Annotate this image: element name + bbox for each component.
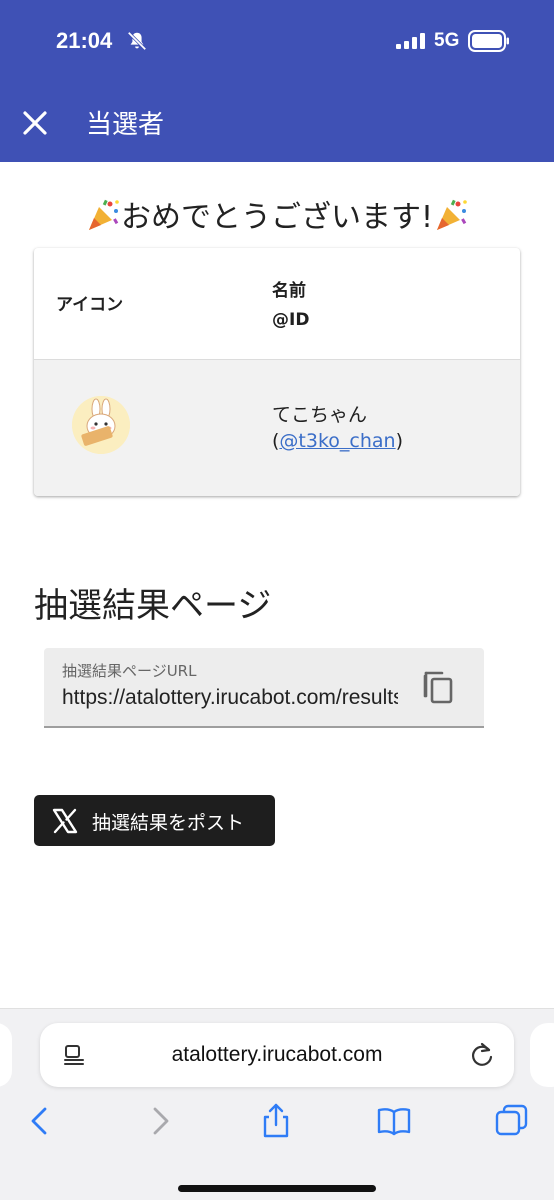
next-tab-peek[interactable] (530, 1023, 554, 1087)
network-type: 5G (434, 30, 460, 51)
share-icon[interactable] (258, 1103, 294, 1139)
bookmarks-icon[interactable] (376, 1103, 412, 1139)
winners-table: アイコン 名前 @ID てこちゃん (@t3ko_chan) (34, 248, 520, 496)
table-row: てこちゃん (@t3ko_chan) (34, 360, 520, 496)
status-time: 21:04 (56, 28, 113, 53)
winner-id: (@t3ko_chan) (272, 430, 403, 452)
close-icon[interactable] (18, 106, 52, 140)
congrats-text: おめでとうございます! (120, 200, 434, 235)
x-logo-icon (52, 808, 78, 834)
table-header: アイコン 名前 @ID (34, 248, 520, 360)
tabs-icon[interactable] (494, 1103, 530, 1139)
url-field-value[interactable]: https://atalottery.irucabot.com/results (62, 686, 398, 710)
page-title: 当選者 (86, 110, 165, 140)
browser-toolbar: atalottery.irucabot.com (0, 1008, 554, 1200)
home-indicator (178, 1185, 376, 1192)
winner-id-link[interactable]: @t3ko_chan (279, 430, 395, 452)
column-header-name: 名前 (272, 281, 306, 301)
winner-name: てこちゃん (272, 404, 368, 426)
bell-muted-icon (127, 31, 147, 51)
previous-tab-peek[interactable] (0, 1023, 12, 1087)
battery-icon (468, 30, 509, 52)
copy-icon[interactable] (422, 670, 454, 704)
section-title: 抽選結果ページ (34, 586, 272, 626)
signal-icon (396, 33, 425, 49)
app-bar: 21:04 5G 当選者 (0, 0, 554, 162)
avatar (72, 396, 130, 454)
status-bar: 21:04 5G (0, 0, 554, 84)
rabbit-avatar-icon (72, 396, 130, 454)
address-text[interactable]: atalottery.irucabot.com (40, 1043, 514, 1067)
back-icon[interactable] (22, 1103, 58, 1139)
column-header-id: @ID (272, 310, 310, 330)
column-header-icon: アイコン (56, 295, 124, 315)
results-url-field[interactable]: 抽選結果ページURL https://atalottery.irucabot.c… (44, 648, 484, 728)
party-popper-icon (88, 199, 119, 230)
party-popper-icon (437, 199, 467, 230)
forward-icon[interactable] (142, 1103, 178, 1139)
address-bar[interactable]: atalottery.irucabot.com (40, 1023, 514, 1087)
winner-id-close-paren: ) (395, 430, 404, 452)
post-results-button[interactable]: 抽選結果をポスト (34, 795, 275, 846)
post-button-label: 抽選結果をポスト (92, 812, 245, 834)
reload-icon[interactable] (468, 1041, 496, 1069)
congrats-heading: おめでとうございます! (0, 192, 554, 236)
url-field-label: 抽選結果ページURL (62, 662, 197, 680)
